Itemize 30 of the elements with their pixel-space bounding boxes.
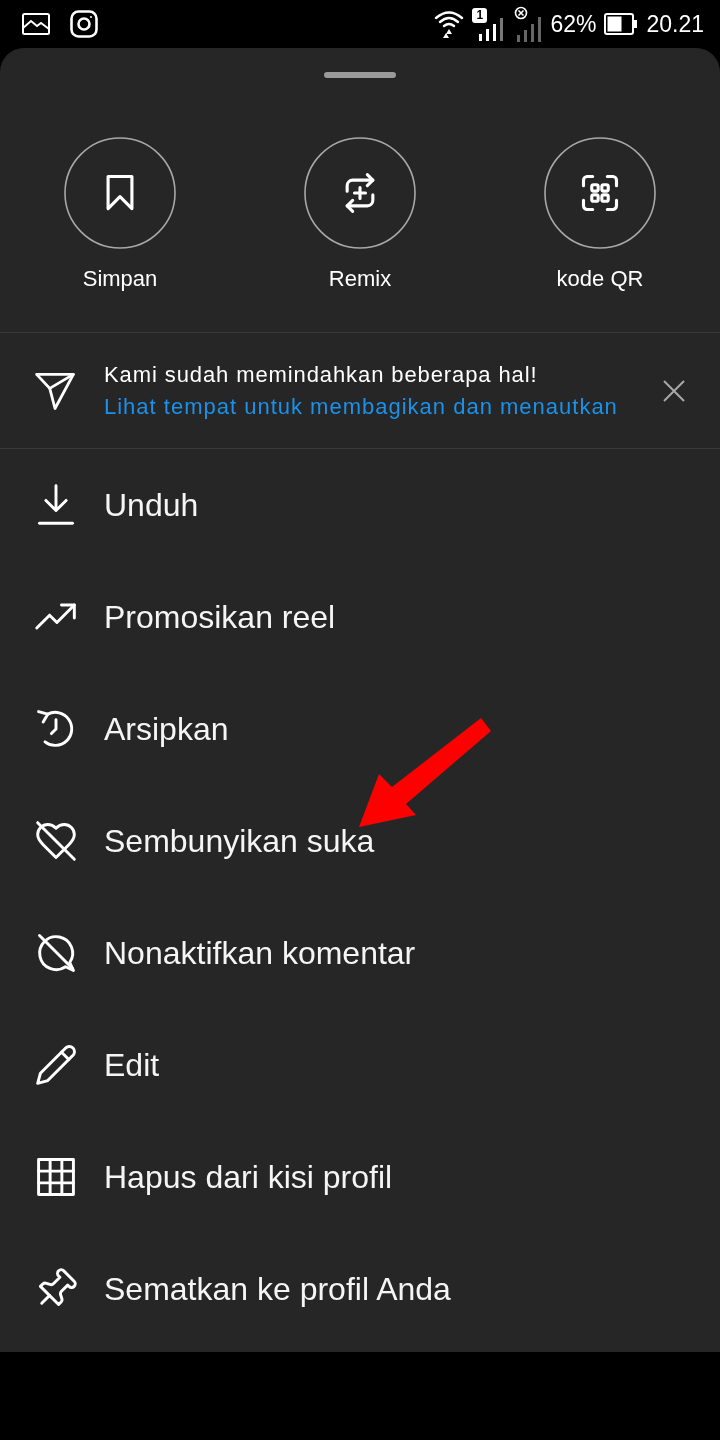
notice-title: Kami sudah memindahkan beberapa hal! [104, 360, 538, 389]
menu-item[interactable]: Hapus dari kisi profil [0, 1121, 720, 1233]
bookmark-icon [64, 137, 176, 249]
heart-slash-icon [34, 819, 78, 863]
action-button[interactable]: Remix [304, 137, 416, 292]
notice-link[interactable]: Lihat tempat untuk membagikan dan menautkan [104, 390, 618, 423]
drag-handle[interactable] [324, 72, 396, 78]
wifi-icon [434, 9, 465, 39]
menu-item[interactable]: Arsipkan [0, 673, 720, 785]
battery-icon [604, 13, 639, 35]
pencil-icon [34, 1043, 78, 1087]
signal-off-icon [514, 6, 543, 42]
remix-icon [304, 137, 416, 249]
qr-code-icon [544, 137, 656, 249]
menu-item[interactable]: Unduh [0, 449, 720, 561]
menu-item[interactable]: Promosikan reel [0, 561, 720, 673]
action-button[interactable]: kode QR [544, 137, 656, 292]
menu-item[interactable]: Nonaktifkan komentar [0, 897, 720, 1009]
close-icon [663, 379, 685, 402]
menu-item[interactable]: Edit [0, 1009, 720, 1121]
camera-icon [70, 10, 98, 38]
battery-percent: 62% [550, 10, 597, 38]
menu-item[interactable]: Sematkan ke profil Anda [0, 1233, 720, 1345]
gallery-icon [22, 13, 50, 35]
action-button[interactable]: Simpan [64, 137, 176, 292]
sim-badge: 1 [472, 8, 488, 23]
menu-item[interactable]: Sembunyikan suka [0, 785, 720, 897]
close-button[interactable] [663, 379, 685, 402]
clock: 20.21 [646, 10, 704, 38]
grid-icon [34, 1155, 78, 1199]
